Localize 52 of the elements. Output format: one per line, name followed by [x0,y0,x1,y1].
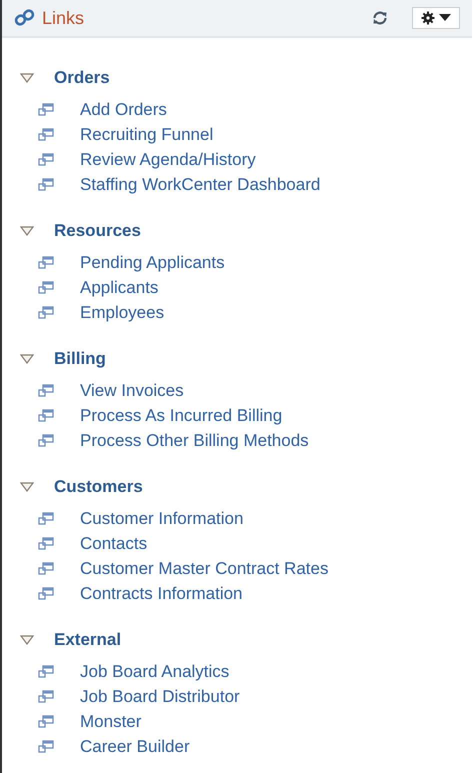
link-item[interactable]: Process Other Billing Methods [20,428,472,453]
window-icon [38,714,54,728]
section-heading[interactable]: Orders [54,68,110,88]
panel-title: Links [42,8,86,28]
window-icon [38,280,54,294]
window-icon [38,408,54,422]
link-item[interactable]: Staffing WorkCenter Dashboard [20,172,472,197]
window-icon [38,740,54,754]
window-icon [38,536,54,550]
link-item[interactable]: Recruiting Funnel [20,122,472,147]
link-item[interactable]: Pending Applicants [20,250,472,275]
link-item[interactable]: Employees [20,300,472,325]
link-item[interactable]: Career Builder [20,734,472,759]
link-item[interactable]: Contacts [20,531,472,556]
window-icon [38,102,54,116]
caret-icon [439,14,451,22]
expanded-arrow-icon[interactable] [20,352,34,366]
window-icon [38,306,54,320]
expanded-arrow-icon[interactable] [20,632,34,646]
link-item[interactable]: Contracts Information [20,581,472,606]
window-icon [38,178,54,192]
window-icon [38,562,54,576]
link-item[interactable]: Job Board Analytics [20,659,472,684]
link-icon [14,8,36,28]
link-item[interactable]: Monster [20,709,472,734]
refresh-icon[interactable] [372,10,388,26]
window-icon [38,512,54,526]
section-heading[interactable]: Resources [54,220,141,240]
settings-menu-button[interactable] [412,7,460,29]
link-item[interactable]: Customer Information [20,506,472,531]
gear-icon [421,11,435,25]
expanded-arrow-icon[interactable] [20,480,34,494]
link-item[interactable]: Process As Incurred Billing [20,403,472,428]
link-item[interactable]: Add Orders [20,97,472,122]
window-icon [38,586,54,600]
window-icon [38,152,54,166]
link-item[interactable]: View Invoices [20,378,472,403]
link-item[interactable]: Applicants [20,275,472,300]
link-item[interactable]: Job Board Distributor [20,684,472,709]
window-icon [38,664,54,678]
expanded-arrow-icon[interactable] [20,224,34,238]
window-icon [38,690,54,704]
link-item[interactable]: Review Agenda/History [20,147,472,172]
link-item[interactable]: Customer Master Contract Rates [20,556,472,581]
window-icon [38,434,54,448]
section-heading[interactable]: Billing [54,348,106,368]
window-icon [38,384,54,398]
expanded-arrow-icon[interactable] [20,70,34,84]
window-icon [38,256,54,270]
section-heading[interactable]: Customers [54,476,143,496]
section-heading[interactable]: External [54,630,122,650]
window-icon [38,128,54,142]
